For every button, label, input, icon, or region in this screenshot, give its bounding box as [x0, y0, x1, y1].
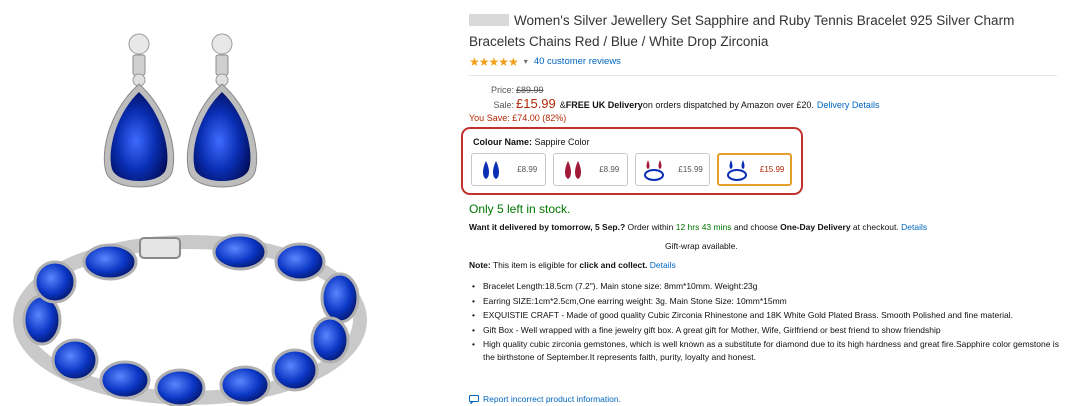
red-set-thumbnail-icon [644, 159, 665, 181]
list-item: EXQUISTIE CRAFT - Made of good quality C… [470, 309, 1060, 322]
list-item: Bracelet Length:18.5cm (7.2"). Main ston… [470, 280, 1060, 293]
swatch-red-set[interactable]: £15.99 [635, 153, 710, 186]
report-link-label: Report incorrect product information. [483, 394, 621, 404]
chevron-down-icon[interactable]: ▾ [524, 57, 528, 66]
sapphire-set-thumbnail-icon [726, 159, 747, 181]
stock-status: Only 5 left in stock. [469, 202, 571, 216]
selected-colour-name: Sappire Color [534, 137, 590, 147]
product-title: Women's Silver Jewellery Set Sapphire an… [469, 13, 1015, 49]
swatch-blue-earrings[interactable]: £8.99 [471, 153, 546, 186]
click-and-collect-details-link[interactable]: Details [650, 260, 676, 270]
delivery-estimate: Want it delivered by tomorrow, 5 Sep.? O… [469, 222, 928, 232]
colour-name-label: Colour Name: Sappire Color [473, 137, 590, 147]
list-item: Gift Box - Well wrapped with a fine jewe… [470, 324, 1060, 337]
list-item: Earring SIZE:1cm*2.5cm,One earring weigh… [470, 295, 1060, 308]
delivery-details-link[interactable]: Delivery Details [817, 99, 880, 112]
comment-icon [469, 394, 479, 404]
product-details: Women's Silver Jewellery Set Sapphire an… [469, 10, 1069, 69]
countdown-time: 12 hrs 43 mins [675, 222, 732, 232]
red-earrings-thumbnail-icon [564, 160, 581, 179]
earring-left [103, 33, 175, 188]
divider [469, 75, 1057, 76]
earring-right [186, 33, 258, 188]
you-save: You Save: £74.00 (82%) [469, 113, 567, 123]
report-incorrect-info-link[interactable]: Report incorrect product information. [469, 394, 621, 404]
star-rating-icon[interactable]: ★★★★★ [469, 55, 519, 69]
sale-price: £15.99 [516, 96, 556, 111]
feature-bullets: Bracelet Length:18.5cm (7.2"). Main ston… [470, 280, 1060, 365]
swatch-sapphire-set[interactable]: £15.99 [717, 153, 792, 186]
swatch-price: £8.99 [599, 165, 620, 174]
bracelet [13, 233, 367, 406]
swatch-red-earrings[interactable]: £8.99 [553, 153, 628, 186]
delivery-estimate-details-link[interactable]: Details [901, 222, 927, 232]
rating-row: ★★★★★ ▾ 40 customer reviews [469, 54, 1069, 69]
swatch-list: £8.99 £8.99 £15.99 £15.99 [471, 153, 792, 186]
customer-reviews-link[interactable]: 40 customer reviews [534, 56, 621, 67]
brand-name-redacted [469, 14, 509, 26]
gift-wrap-note: Gift-wrap available. [665, 241, 738, 251]
swatch-price: £15.99 [759, 165, 785, 174]
sale-price-row: Sale: £15.99 & FREE UK Delivery on order… [469, 97, 879, 112]
sale-label: Sale: [493, 100, 514, 110]
product-image [13, 33, 367, 406]
blue-earrings-thumbnail-icon [482, 160, 499, 179]
price-label: Price: [490, 85, 514, 95]
swatch-price: £8.99 [517, 165, 538, 174]
click-and-collect-note: Note: This item is eligible for click an… [469, 260, 676, 270]
price-block: Price: £89.99 Sale: £15.99 & FREE UK Del… [469, 84, 879, 125]
delivery-condition: on orders dispatched by Amazon over £20. [642, 100, 814, 110]
colour-variant-selector: Colour Name: Sappire Color £8.99 £8.99 £… [461, 127, 803, 195]
swatch-price: £15.99 [678, 165, 703, 174]
free-delivery-label: FREE UK Delivery [565, 100, 643, 110]
list-item: High quality cubic zirconia gemstones, w… [470, 338, 1060, 363]
